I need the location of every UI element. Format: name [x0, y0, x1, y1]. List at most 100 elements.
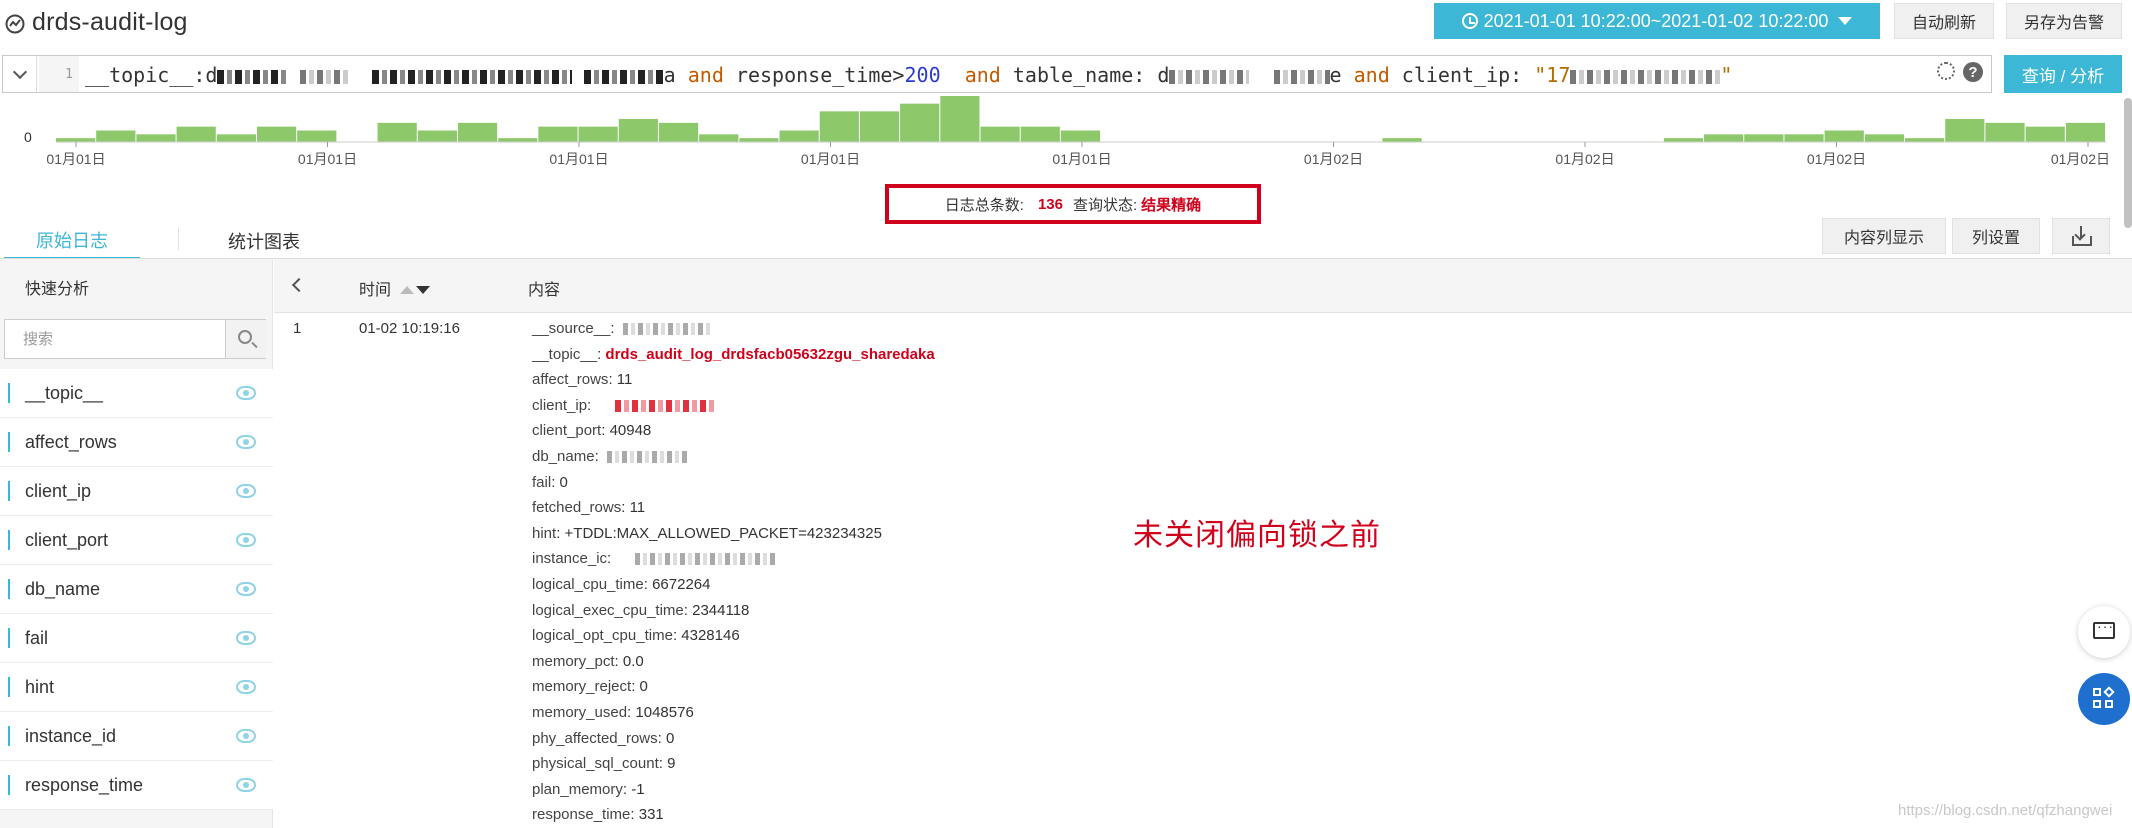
log-field-row[interactable]: client_port: 40948	[532, 422, 651, 439]
search-analyze-button[interactable]: 查询 / 分析	[2004, 55, 2122, 93]
histogram-bar[interactable]	[256, 126, 297, 142]
histogram-bar[interactable]	[538, 126, 578, 142]
histogram-tick-label: 01月01日	[549, 151, 608, 167]
help-icon[interactable]: ?	[1963, 62, 1983, 82]
vertical-scrollbar[interactable]	[2124, 98, 2132, 228]
log-field-row[interactable]: plan_memory: -1	[532, 781, 645, 798]
histogram-bar[interactable]	[1663, 138, 1704, 142]
field-item[interactable]: fail	[0, 614, 273, 663]
histogram-bar[interactable]	[216, 134, 256, 142]
histogram-bar[interactable]	[900, 103, 940, 142]
histogram-bar[interactable]	[417, 130, 457, 143]
histogram-bar[interactable]	[779, 130, 819, 143]
histogram-bar[interactable]	[618, 119, 658, 142]
histogram-bar[interactable]	[498, 138, 538, 142]
histogram-bar[interactable]	[457, 122, 498, 142]
log-field-row[interactable]: logical_opt_cpu_time: 4328146	[532, 627, 740, 644]
query-editor[interactable]: 1 __topic__:d a and response_time>200 an…	[2, 55, 1992, 93]
histogram-bar[interactable]	[1020, 126, 1060, 142]
log-field-row[interactable]: client_ip:	[532, 397, 716, 414]
tab-raw-logs[interactable]: 原始日志	[4, 222, 140, 260]
histogram-bar[interactable]	[1382, 138, 1422, 142]
log-field-row[interactable]: __topic__: drds_audit_log_drdsfacb05632z…	[532, 346, 935, 363]
histogram-bar[interactable]	[56, 138, 96, 142]
log-field-row[interactable]: phy_affected_rows: 0	[532, 730, 674, 747]
histogram-bar[interactable]	[2025, 126, 2065, 142]
histogram-bar[interactable]	[699, 134, 739, 142]
eye-icon[interactable]	[236, 680, 256, 694]
log-field-row[interactable]: db_name:	[532, 448, 687, 465]
auto-refresh-button[interactable]: 自动刷新	[1894, 3, 1994, 39]
eye-icon[interactable]	[236, 582, 256, 596]
histogram-bar[interactable]	[1905, 138, 1945, 142]
redacted-text	[217, 69, 288, 84]
log-field-row[interactable]: memory_pct: 0.0	[532, 653, 644, 670]
query-text[interactable]: __topic__:d a and response_time>200 and …	[85, 63, 1732, 87]
content-column-display-button[interactable]: 内容列显示	[1822, 218, 1946, 254]
log-field-row[interactable]: fetched_rows: 11	[532, 499, 645, 516]
log-field-row[interactable]: logical_cpu_time: 6672264	[532, 576, 710, 593]
eye-icon[interactable]	[236, 778, 256, 792]
histogram-bar[interactable]	[940, 96, 980, 142]
apps-button[interactable]	[2078, 673, 2130, 725]
column-settings-button[interactable]: 列设置	[1952, 218, 2040, 254]
field-item[interactable]: response_time	[0, 761, 273, 810]
histogram-bar[interactable]	[1060, 130, 1101, 143]
histogram-bar[interactable]	[658, 122, 699, 142]
histogram-bar[interactable]	[136, 134, 176, 142]
histogram-bar[interactable]	[1945, 119, 1985, 142]
log-field-row[interactable]: fail: 0	[532, 474, 568, 491]
feedback-button[interactable]	[2078, 606, 2130, 658]
histogram-bar[interactable]	[96, 130, 136, 143]
histogram-bar[interactable]	[297, 130, 337, 143]
eye-icon[interactable]	[236, 729, 256, 743]
log-field-row[interactable]: affect_rows: 11	[532, 371, 632, 388]
eye-icon[interactable]	[236, 435, 256, 449]
download-button[interactable]	[2052, 218, 2110, 254]
histogram-bar[interactable]	[1985, 122, 2025, 142]
field-search-button[interactable]	[225, 320, 266, 358]
histogram-bar[interactable]	[819, 111, 859, 142]
column-header-time[interactable]: 时间	[359, 276, 391, 300]
log-field-row[interactable]: memory_reject: 0	[532, 678, 648, 695]
eye-icon[interactable]	[236, 631, 256, 645]
query-collapse-toggle[interactable]	[3, 56, 37, 92]
log-field-row[interactable]: instance_ic:	[532, 550, 776, 567]
field-item[interactable]: hint	[0, 663, 273, 712]
field-item[interactable]: client_port	[0, 516, 273, 565]
field-search-input[interactable]	[5, 320, 223, 358]
collapse-sidebar-icon[interactable]	[291, 277, 307, 293]
histogram-bar[interactable]	[1784, 134, 1824, 142]
histogram-bar[interactable]	[980, 126, 1020, 142]
log-histogram[interactable]: 0 01月01日 01月01日 01月01日 01月01日 01月01日 01月02日 01…	[0, 92, 2112, 182]
eye-icon[interactable]	[236, 533, 256, 547]
gear-icon[interactable]	[1937, 62, 1955, 80]
histogram-bar[interactable]	[739, 138, 779, 142]
log-field-row[interactable]: __source__:	[532, 320, 713, 337]
histogram-bar[interactable]	[1744, 134, 1784, 142]
field-item[interactable]: client_ip	[0, 467, 273, 516]
histogram-bar[interactable]	[1704, 134, 1744, 142]
histogram-bar[interactable]	[1864, 134, 1905, 142]
log-field-row[interactable]: physical_sql_count: 9	[532, 755, 675, 772]
field-item[interactable]: instance_id	[0, 712, 273, 761]
field-item[interactable]: affect_rows	[0, 418, 273, 467]
eye-icon[interactable]	[236, 386, 256, 400]
eye-icon[interactable]	[236, 484, 256, 498]
tab-statistics-chart[interactable]: 统计图表	[194, 222, 334, 260]
histogram-bar[interactable]	[578, 126, 618, 142]
histogram-bar[interactable]	[1824, 130, 1864, 143]
histogram-bar[interactable]	[176, 126, 216, 142]
log-field-row[interactable]: memory_used: 1048576	[532, 704, 694, 721]
histogram-bar[interactable]	[2065, 122, 2105, 142]
histogram-bar[interactable]	[377, 122, 417, 142]
log-field-row[interactable]: logical_exec_cpu_time: 2344118	[532, 602, 749, 619]
save-as-alert-button[interactable]: 另存为告警	[2006, 3, 2122, 39]
sort-icon[interactable]	[400, 281, 430, 299]
field-item[interactable]: db_name	[0, 565, 273, 614]
log-field-row[interactable]: response_time: 331	[532, 806, 664, 823]
histogram-bar[interactable]	[859, 111, 900, 142]
time-range-picker[interactable]: 2021-01-01 10:22:00~2021-01-02 10:22:00	[1434, 3, 1880, 39]
field-item[interactable]: __topic__	[0, 369, 273, 418]
log-field-row[interactable]: hint: +TDDL:MAX_ALLOWED_PACKET=423234325	[532, 525, 882, 542]
